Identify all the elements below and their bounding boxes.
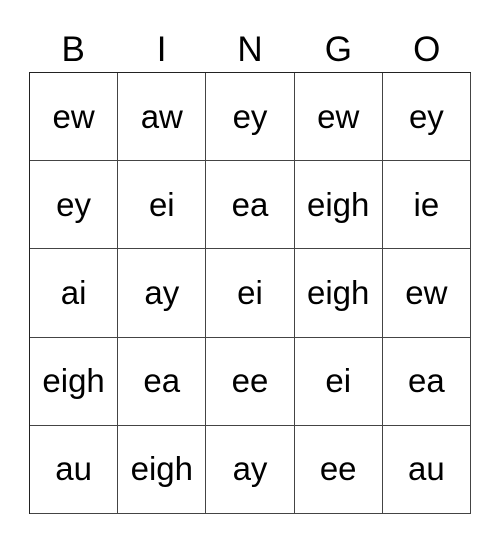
header-letter-g: G	[324, 30, 352, 69]
header-letter-b: B	[61, 30, 85, 69]
bingo-cell[interactable]: ew	[294, 73, 383, 162]
bingo-grid: ew aw ey ew ey ey ei ea eigh ie ai ay ei…	[29, 72, 471, 514]
bingo-cell[interactable]: ay	[206, 425, 295, 514]
bingo-cell[interactable]: au	[382, 425, 471, 514]
bingo-cell[interactable]: ai	[30, 249, 119, 338]
bingo-cell[interactable]: aw	[118, 73, 207, 162]
header-letter-o: O	[413, 30, 441, 69]
bingo-cell[interactable]: ay	[118, 249, 207, 338]
bingo-cell[interactable]: ei	[206, 249, 295, 338]
bingo-cell[interactable]: ei	[118, 161, 207, 250]
header-letter-n: N	[237, 30, 263, 69]
bingo-cell[interactable]: eigh	[294, 161, 383, 250]
bingo-cell[interactable]: ey	[30, 161, 119, 250]
bingo-cell[interactable]: eigh	[294, 249, 383, 338]
bingo-cell[interactable]: ey	[382, 73, 471, 162]
bingo-cell[interactable]: ea	[382, 337, 471, 426]
bingo-cell[interactable]: eigh	[118, 425, 207, 514]
bingo-cell[interactable]: au	[30, 425, 119, 514]
bingo-cell[interactable]: ee	[294, 425, 383, 514]
header-letter-i: I	[156, 30, 167, 69]
bingo-header: B I N G O	[29, 28, 471, 72]
bingo-cell[interactable]: eigh	[30, 337, 119, 426]
bingo-cell[interactable]: ie	[382, 161, 471, 250]
bingo-cell[interactable]: ew	[30, 73, 119, 162]
bingo-cell[interactable]: ea	[118, 337, 207, 426]
bingo-cell[interactable]: ei	[294, 337, 383, 426]
bingo-cell[interactable]: ey	[206, 73, 295, 162]
bingo-cell[interactable]: ee	[206, 337, 295, 426]
bingo-cell[interactable]: ew	[382, 249, 471, 338]
bingo-cell[interactable]: ea	[206, 161, 295, 250]
